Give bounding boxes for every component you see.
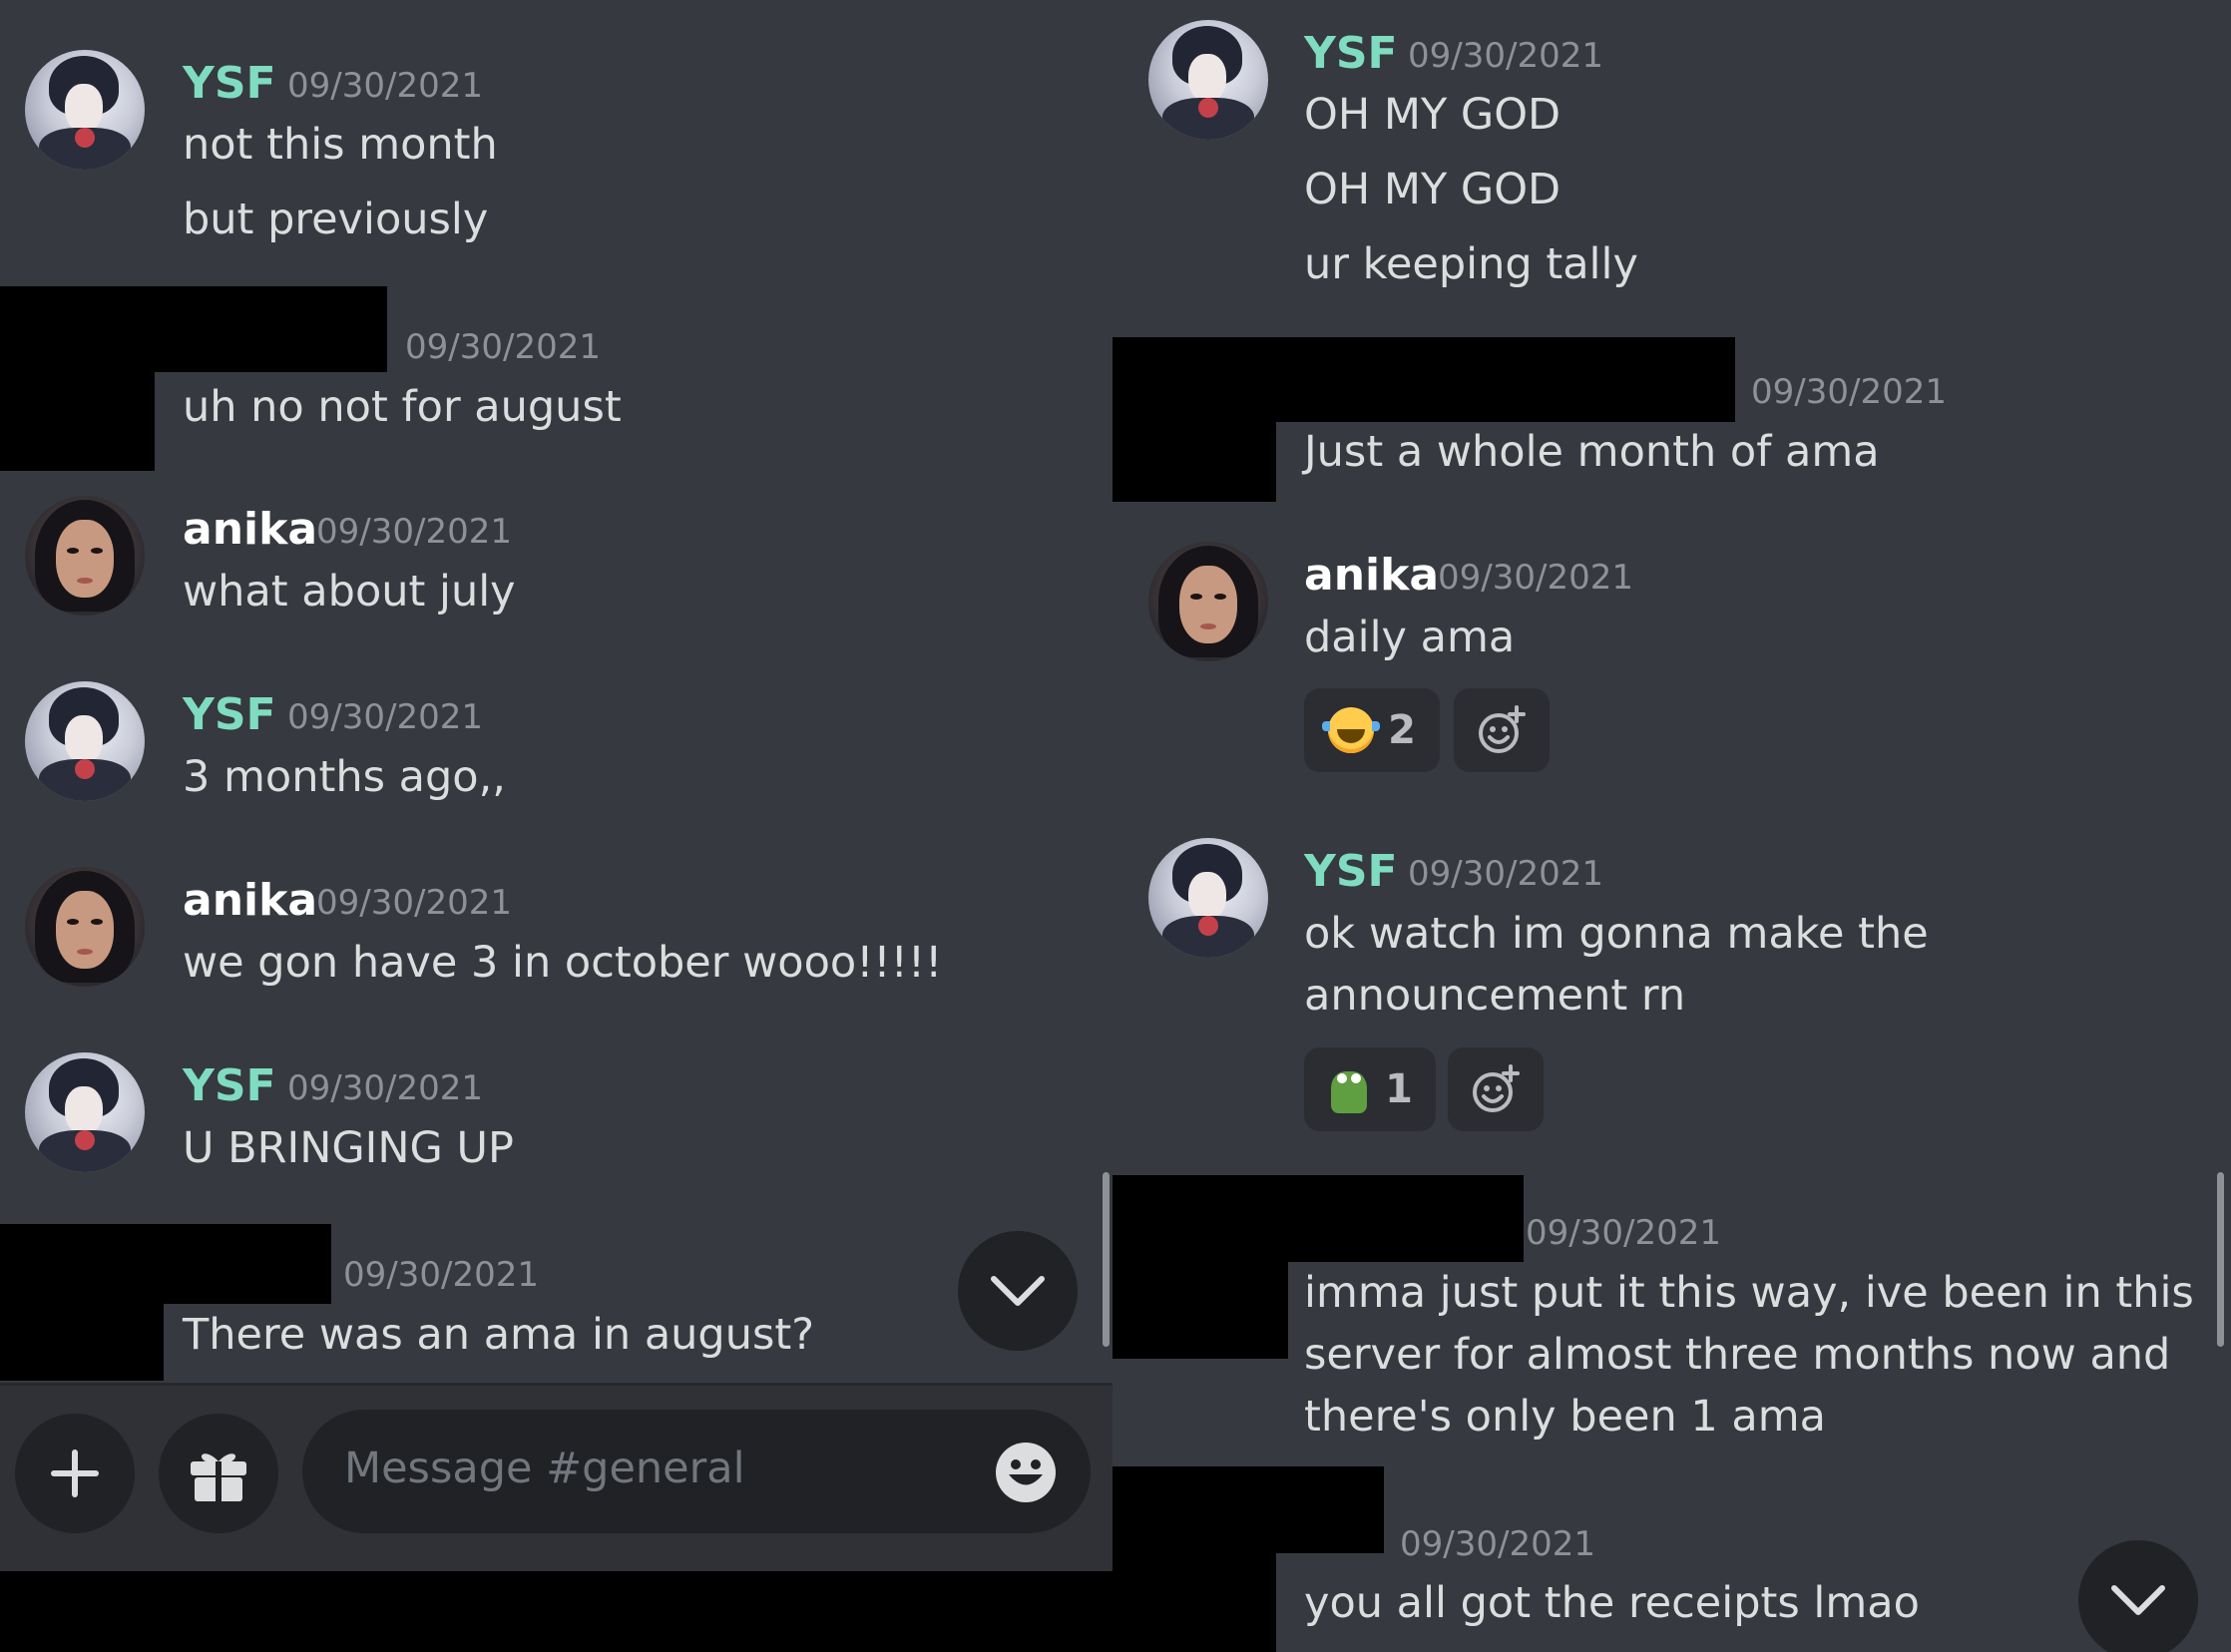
avatar-ysf[interactable]: [25, 1052, 145, 1172]
author-name[interactable]: YSF: [183, 689, 276, 741]
timestamp: 09/30/2021: [316, 512, 512, 552]
timestamp: 09/30/2021: [287, 66, 483, 106]
gift-icon: [191, 1453, 246, 1501]
message-text: not this month: [183, 120, 498, 170]
timestamp: 09/30/2021: [1400, 1524, 1595, 1564]
message-text: Just a whole month of ama: [1304, 427, 1880, 477]
message-input-placeholder: Message #general: [344, 1444, 745, 1493]
reaction-pepe[interactable]: 1: [1304, 1047, 1436, 1131]
reaction-joy[interactable]: 2: [1304, 688, 1440, 772]
avatar-ysf[interactable]: [25, 681, 145, 801]
avatar-ysf[interactable]: [1148, 20, 1268, 140]
avatar-anika[interactable]: [1148, 542, 1268, 661]
timestamp: 09/30/2021: [287, 697, 483, 737]
message-input[interactable]: Message #general: [302, 1410, 1091, 1533]
message-text: U BRINGING UP: [183, 1123, 514, 1173]
message-text: OH MY GOD: [1304, 165, 1562, 214]
timestamp: 09/30/2021: [1438, 558, 1633, 598]
timestamp: 09/30/2021: [343, 1255, 539, 1295]
chevron-down-icon: [2111, 1585, 2165, 1615]
message-text: ur keeping tally: [1304, 239, 1638, 289]
jump-to-present-button[interactable]: [2078, 1540, 2198, 1652]
avatar-ysf[interactable]: [1148, 838, 1268, 958]
message-text: daily ama: [1304, 613, 1516, 662]
redacted-username: [1113, 337, 1735, 422]
author-name[interactable]: anika: [1304, 550, 1439, 602]
author-name[interactable]: YSF: [1304, 846, 1398, 898]
redacted-avatar: [1113, 1553, 1276, 1652]
message-text: OH MY GOD: [1304, 90, 1562, 140]
chat-panel-right: YSF 09/30/2021 OH MY GOD OH MY GOD ur ke…: [1113, 0, 2231, 1652]
timestamp: 09/30/2021: [1526, 1213, 1721, 1253]
message-text: what about july: [183, 567, 516, 617]
author-name[interactable]: YSF: [1304, 28, 1398, 80]
message-text: ok watch im gonna make the announcement …: [1304, 909, 1929, 1021]
author-name[interactable]: anika: [183, 875, 317, 927]
add-reaction-icon: [1479, 705, 1526, 753]
avatar-ysf[interactable]: [25, 50, 145, 170]
gift-button[interactable]: [159, 1414, 278, 1533]
avatar-anika[interactable]: [25, 867, 145, 987]
plus-icon: [51, 1449, 99, 1497]
timestamp: 09/30/2021: [316, 883, 512, 923]
timestamp: 09/30/2021: [405, 327, 601, 367]
message-text: uh no not for august: [183, 382, 622, 432]
redacted-avatar: [0, 372, 155, 471]
pepe-frog-emoji-icon: [1327, 1063, 1371, 1115]
message-text: imma just put it this way, ive been in t…: [1304, 1268, 2194, 1442]
redacted-avatar: [1113, 422, 1276, 502]
message-text: you all got the receipts lmao: [1304, 1578, 1920, 1628]
add-reaction-button[interactable]: [1448, 1047, 1544, 1131]
redacted-avatar: [1113, 1262, 1288, 1359]
timestamp: 09/30/2021: [1751, 372, 1947, 412]
attach-button[interactable]: [15, 1414, 135, 1533]
message-text: 3 months ago,,: [183, 752, 506, 802]
redacted-username: [0, 1224, 331, 1304]
scrollbar[interactable]: [2217, 1172, 2224, 1347]
add-reaction-button[interactable]: [1454, 688, 1550, 772]
scrollbar[interactable]: [1103, 1172, 1110, 1347]
chevron-down-icon: [991, 1276, 1045, 1306]
avatar-anika[interactable]: [25, 496, 145, 616]
emoji-icon: [996, 1443, 1056, 1502]
author-name[interactable]: YSF: [183, 58, 276, 110]
timestamp: 09/30/2021: [287, 1068, 483, 1108]
author-name[interactable]: anika: [183, 504, 317, 556]
timestamp: 09/30/2021: [1408, 854, 1603, 894]
redacted-username: [1113, 1175, 1524, 1262]
author-name[interactable]: YSF: [183, 1060, 276, 1112]
reaction-count: 1: [1385, 1066, 1413, 1112]
redacted-username: [1113, 1466, 1384, 1553]
jump-to-present-button[interactable]: [958, 1231, 1078, 1351]
message-text: but previously: [183, 195, 489, 244]
add-reaction-icon: [1473, 1064, 1520, 1112]
joy-emoji-icon: [1322, 707, 1381, 753]
redacted-username: [0, 286, 387, 372]
emoji-button[interactable]: [995, 1442, 1057, 1507]
timestamp: 09/30/2021: [1408, 36, 1603, 76]
reaction-count: 2: [1388, 707, 1416, 753]
message-text: we gon have 3 in october wooo!!!!!: [183, 938, 943, 988]
message-text: There was an ama in august?: [183, 1310, 815, 1360]
redacted-avatar: [0, 1304, 164, 1381]
redacted-bar: [0, 1571, 1113, 1652]
